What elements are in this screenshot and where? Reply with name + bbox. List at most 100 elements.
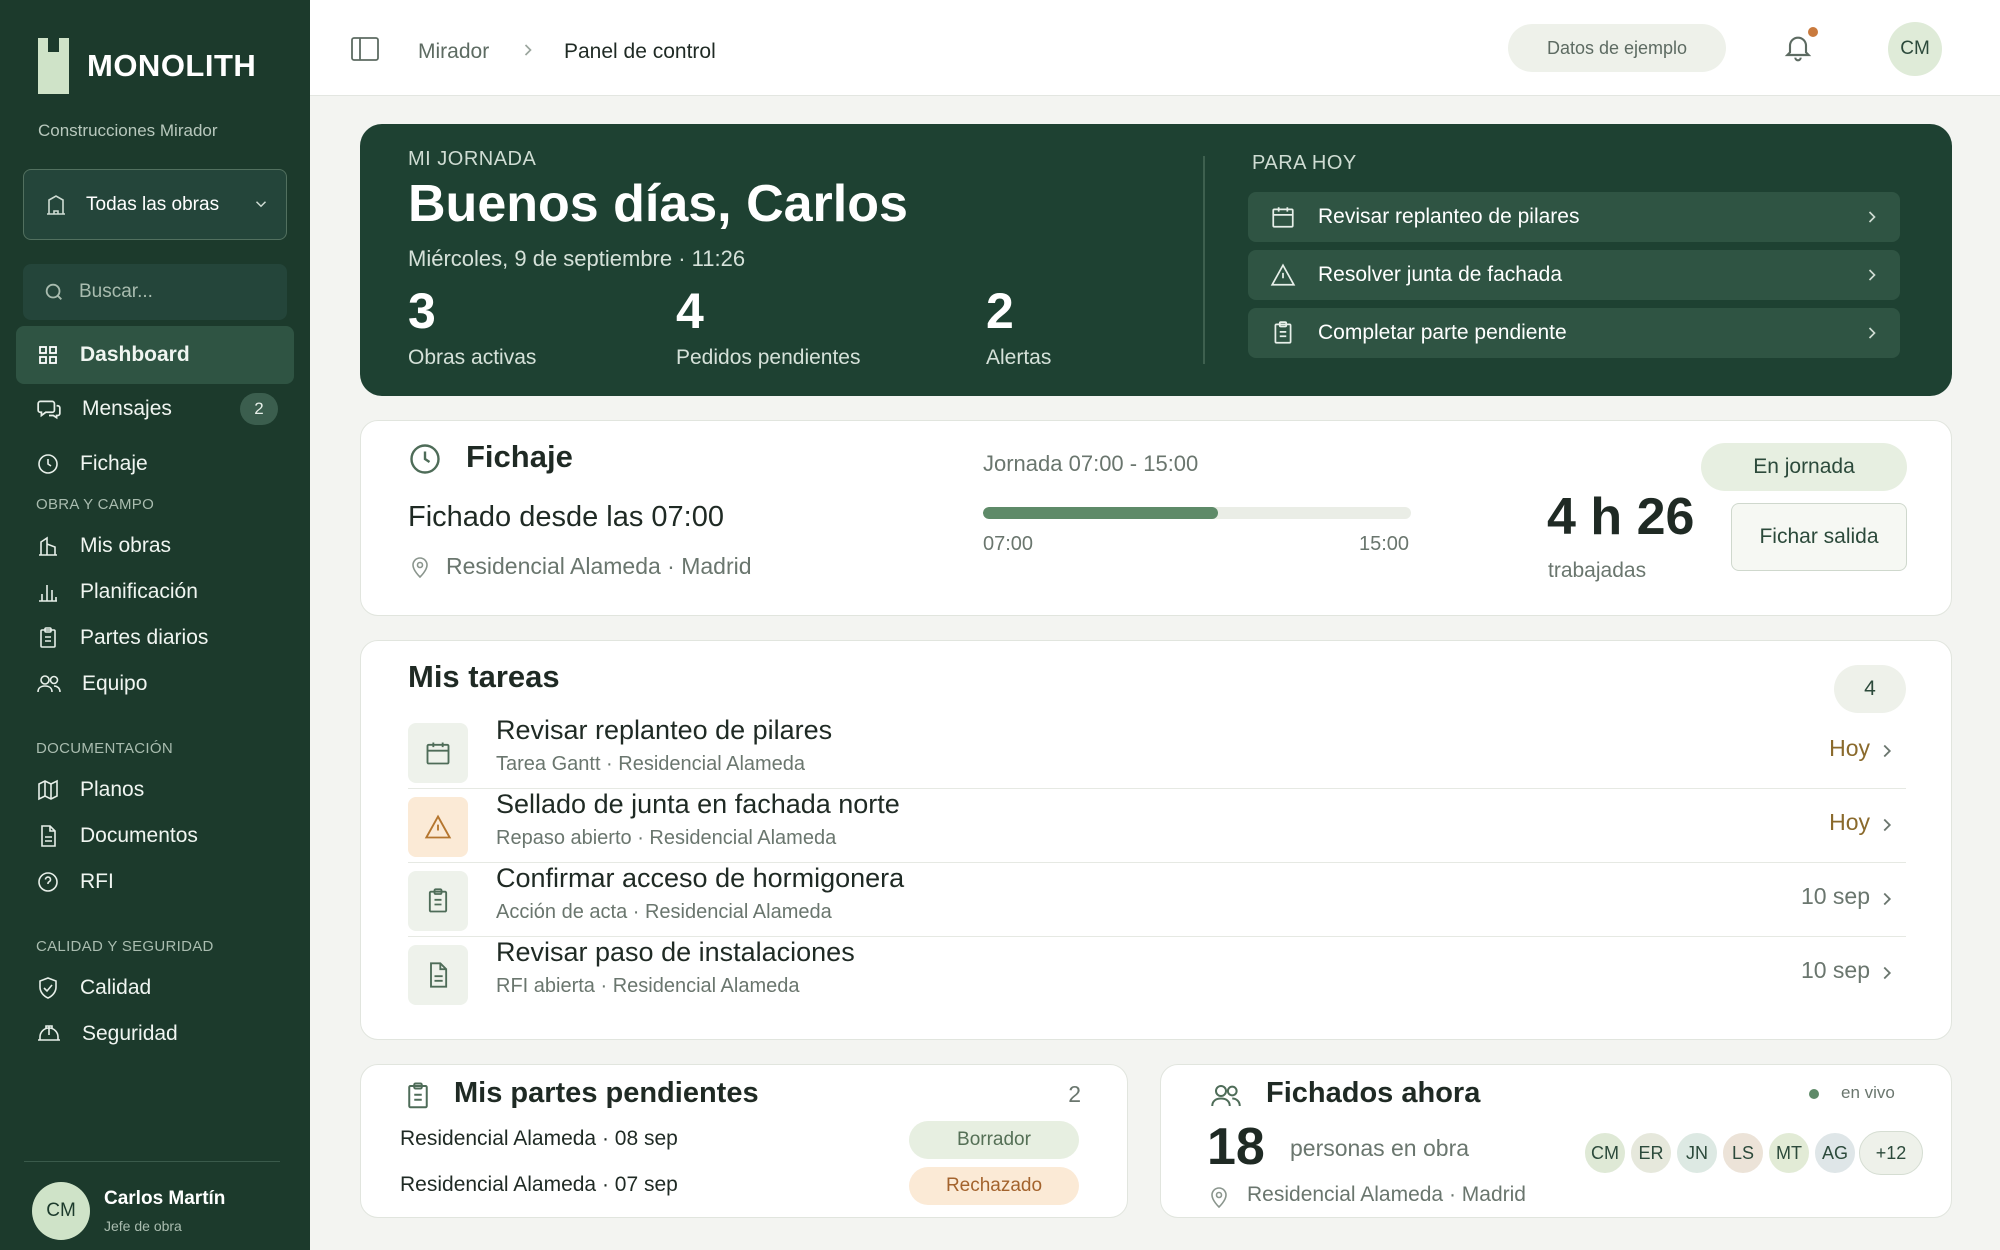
sidebar: MONOLITH Construcciones Mirador Todas la… (0, 0, 310, 1250)
task-due: Hoy (1829, 735, 1870, 761)
people-count: 18 (1207, 1118, 1265, 1176)
sidebar-item-dashboard[interactable]: Dashboard (16, 326, 294, 384)
fichaje-location: Residencial Alameda · Madrid (446, 553, 752, 579)
task-title: Sellado de junta en fachada norte (496, 789, 900, 819)
person-chip[interactable]: ER (1629, 1131, 1673, 1175)
today-item-parte[interactable]: Completar parte pendiente (1248, 308, 1900, 358)
warning-icon (1270, 263, 1296, 286)
clock-out-button[interactable]: Fichar salida (1731, 503, 1907, 571)
task-subtitle: Acción de acta · Residencial Alameda (496, 901, 832, 923)
task-icon-box (408, 945, 468, 1005)
task-due: 10 sep (1800, 957, 1870, 983)
chevron-down-icon (255, 201, 267, 208)
user-name: Carlos Martín (104, 1188, 226, 1209)
clock-icon (410, 444, 440, 474)
person-chip[interactable]: JN (1675, 1131, 1719, 1175)
status-badge: En jornada (1701, 443, 1907, 491)
search-input[interactable] (79, 281, 269, 303)
chevron-right-icon (1868, 269, 1876, 281)
more-people-chip[interactable]: +12 (1859, 1131, 1923, 1175)
map-pin-icon (412, 557, 428, 579)
task-title: Confirmar acceso de hormigonera (496, 863, 905, 893)
task-subtitle: Tarea Gantt · Residencial Alameda (496, 753, 806, 775)
users-icon (37, 675, 61, 693)
sidebar-item-mensajes[interactable]: Mensajes 2 (16, 380, 294, 438)
pending-report-item[interactable]: Residencial Alameda · 07 sep (400, 1173, 678, 1197)
warning-icon (424, 814, 452, 839)
calendar-icon (426, 742, 450, 765)
clocked-in-title: Fichados ahora (1266, 1077, 1481, 1109)
shift-start-time: 07:00 (983, 533, 1034, 555)
company-name: Construcciones Mirador (38, 121, 218, 140)
breadcrumb-current: Panel de control (564, 40, 716, 63)
my-day-hero: MI JORNADA Buenos días, Carlos Miércoles… (360, 124, 1952, 396)
pending-reports-card: Mis partes pendientes 2 Residencial Alam… (360, 1064, 1128, 1218)
stat-pending-orders-value: 4 (676, 283, 704, 339)
sidebar-item-label: Seguridad (82, 1022, 178, 1045)
tasks-count-badge: 4 (1834, 665, 1906, 713)
task-row[interactable]: Sellado de junta en fachada norte Repaso… (408, 789, 1906, 863)
today-item-label: Revisar replanteo de pilares (1318, 205, 1580, 228)
live-label: en vivo (1841, 1083, 1895, 1102)
live-indicator-dot (1809, 1089, 1819, 1099)
calendar-icon (1272, 207, 1294, 228)
today-item-replanteo[interactable]: Revisar replanteo de pilares (1248, 192, 1900, 242)
worked-time: 4 h 26 (1547, 488, 1695, 546)
clocked-in-location: Residencial Alameda · Madrid (1247, 1183, 1526, 1206)
stat-active-works-value: 3 (408, 283, 436, 339)
stat-alerts-value: 2 (986, 283, 1014, 339)
sidebar-item-label: Mis obras (80, 534, 172, 557)
task-row[interactable]: Revisar paso de instalaciones RFI abiert… (408, 937, 1906, 1011)
sidebar-item-equipo[interactable]: Equipo (16, 655, 294, 713)
tasks-title: Mis tareas (408, 659, 560, 694)
chevron-right-icon (1868, 327, 1876, 339)
person-chip[interactable]: LS (1721, 1131, 1765, 1175)
hero-date: Miércoles, 9 de septiembre · 11:26 (408, 246, 746, 271)
clocked-in-now-card: Fichados ahora en vivo 18 personas en ob… (1160, 1064, 1952, 1218)
today-item-label: Resolver junta de fachada (1318, 263, 1562, 286)
sidebar-item-seguridad[interactable]: Seguridad (16, 1005, 294, 1063)
person-chip[interactable]: MT (1767, 1131, 1811, 1175)
clipboard-icon (1274, 321, 1292, 344)
task-title: Revisar replanteo de pilares (496, 715, 833, 745)
brand-name: MONOLITH (87, 48, 257, 83)
avatar[interactable]: CM (1888, 22, 1942, 76)
shift-progress-bar (983, 507, 1411, 519)
chevron-right-icon (1883, 966, 1892, 980)
sidebar-item-label: Planificación (80, 580, 198, 603)
chevron-right-icon (1883, 892, 1892, 906)
brand[interactable]: MONOLITH (38, 38, 256, 94)
today-item-junta[interactable]: Resolver junta de fachada (1248, 250, 1900, 300)
project-select[interactable]: Todas las obras (23, 169, 287, 240)
sidebar-toggle-icon[interactable] (350, 36, 380, 62)
search-icon (45, 283, 62, 300)
person-chip[interactable]: AG (1813, 1131, 1857, 1175)
section-label-obra: OBRA Y CAMPO (36, 496, 155, 513)
hero-divider (1203, 156, 1205, 364)
clocked-in-since: Fichado desde las 07:00 (408, 501, 724, 533)
breadcrumb-mirador[interactable]: Mirador (418, 40, 489, 64)
sidebar-item-fichaje[interactable]: Fichaje (16, 435, 294, 493)
task-row[interactable]: Revisar replanteo de pilares Tarea Gantt… (408, 715, 1906, 789)
task-title: Revisar paso de instalaciones (496, 937, 855, 967)
grid-icon (39, 346, 57, 364)
people-count-label: personas en obra (1290, 1135, 1470, 1161)
project-select-label: Todas las obras (86, 193, 220, 215)
sidebar-item-label: RFI (80, 870, 114, 893)
shift-end-time: 15:00 (1359, 533, 1410, 555)
sidebar-item-rfi[interactable]: RFI (16, 853, 294, 911)
user-profile[interactable]: CM Carlos Martín Jefe de obra (32, 1182, 225, 1240)
person-chip[interactable]: CM (1583, 1131, 1627, 1175)
chevron-right-icon (1868, 211, 1876, 223)
search-box[interactable] (23, 264, 287, 320)
document-icon (41, 825, 56, 847)
task-due: Hoy (1829, 809, 1870, 835)
sample-data-pill[interactable]: Datos de ejemplo (1508, 24, 1726, 72)
sidebar-item-label: Partes diarios (80, 626, 209, 649)
task-row[interactable]: Confirmar acceso de hormigonera Acción d… (408, 863, 1906, 937)
pending-report-item[interactable]: Residencial Alameda · 08 sep (400, 1127, 678, 1151)
map-icon (38, 779, 58, 801)
task-subtitle: Repaso abierto · Residencial Alameda (496, 827, 837, 849)
task-due: 10 sep (1800, 883, 1870, 909)
notification-dot (1808, 27, 1818, 37)
